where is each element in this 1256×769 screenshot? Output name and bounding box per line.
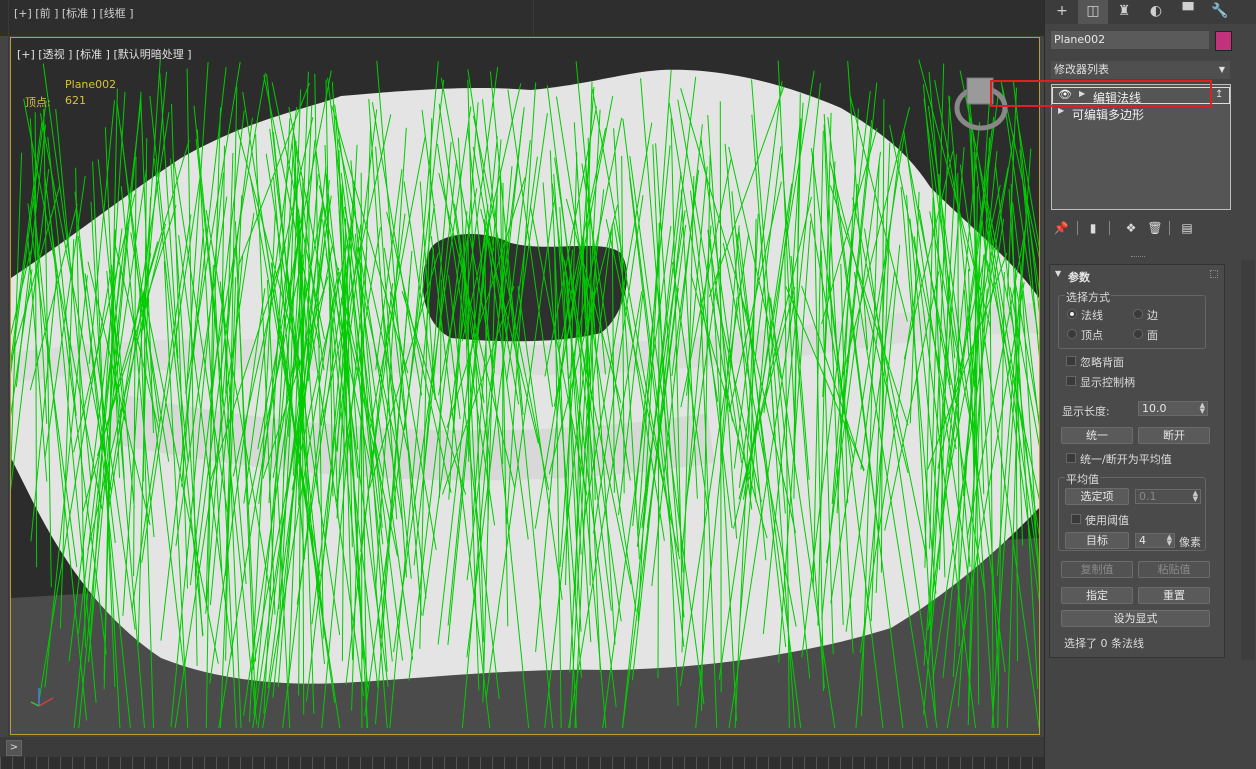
- radio-vertex-label: 顶点: [1081, 329, 1103, 342]
- target-button[interactable]: 目标: [1065, 532, 1129, 549]
- object-name-field[interactable]: Plane002: [1051, 31, 1209, 49]
- front-viewport-label[interactable]: [+] [前 ] [标准 ] [线框 ]: [14, 5, 134, 21]
- chevron-down-icon: ▼: [1218, 65, 1225, 74]
- target-value: 4: [1139, 534, 1146, 547]
- radio-vertex[interactable]: [1067, 329, 1077, 339]
- cursor-icon: ↥: [1215, 89, 1224, 100]
- pin-stack-icon[interactable]: 📌: [1053, 220, 1069, 236]
- rollout-grip-icon: [1210, 270, 1218, 278]
- selected-button[interactable]: 选定项: [1065, 488, 1129, 505]
- ignore-backfacing-label: 忽略背面: [1080, 356, 1124, 369]
- copy-value-button[interactable]: 复制值: [1061, 561, 1133, 578]
- pixels-label: 像素: [1179, 536, 1201, 549]
- display-length-label: 显示长度:: [1062, 405, 1110, 418]
- specify-button[interactable]: 指定: [1061, 587, 1133, 604]
- parameters-rollout: ▼ 参数 选择方式 法线 边 顶点 面 忽略背面 显示控制柄 显示长度: 10.…: [1049, 264, 1225, 658]
- stats-object-name: Plane002: [65, 78, 117, 91]
- rollout-collapse-icon[interactable]: ▼: [1055, 269, 1061, 278]
- timeline-ruler[interactable]: [0, 757, 1044, 769]
- command-panel-tabs: + ◫ ♜ ◐ ▀ 🔧: [1045, 0, 1256, 24]
- selection-by-group: 选择方式 法线 边 顶点 面: [1058, 289, 1206, 349]
- display-length-spinner[interactable]: 10.0 ▲ ▼: [1138, 401, 1208, 416]
- modify-tab-icon[interactable]: ◫: [1078, 0, 1108, 24]
- unify-break-average-label: 统一/断开为平均值: [1080, 453, 1172, 466]
- make-explicit-button[interactable]: 设为显式: [1061, 610, 1210, 627]
- stats-vertex-label: 顶点:: [25, 96, 51, 109]
- show-handles-checkbox[interactable]: [1066, 376, 1076, 386]
- spinner-arrows-icon[interactable]: ▲ ▼: [1167, 534, 1172, 547]
- perspective-viewport[interactable]: [+] [透视 ] [标准 ] [默认明暗处理 ] Plane002 顶点: 6…: [10, 37, 1040, 735]
- utilities-tab-icon[interactable]: 🔧: [1205, 0, 1235, 24]
- use-threshold-checkbox[interactable]: [1071, 514, 1081, 524]
- selection-status-text: 选择了 0 条法线: [1064, 637, 1144, 650]
- stack-item-editable-poly[interactable]: ▶ 可编辑多边形: [1052, 105, 1230, 122]
- stack-item-label: 可编辑多边形: [1072, 108, 1145, 122]
- target-value-spinner[interactable]: 4 ▲ ▼: [1135, 533, 1175, 548]
- radio-face[interactable]: [1133, 329, 1143, 339]
- paste-value-button[interactable]: 粘贴值: [1138, 561, 1210, 578]
- stats-vertex-value: 621: [65, 94, 86, 107]
- radio-normal-label: 法线: [1081, 309, 1103, 322]
- viewport-grid-line: [533, 0, 534, 36]
- perspective-viewport-label[interactable]: [+] [透视 ] [标准 ] [默认明暗处理 ]: [17, 46, 192, 62]
- expand-track-bar-button[interactable]: >: [6, 740, 22, 756]
- ignore-backfacing-checkbox[interactable]: [1066, 356, 1076, 366]
- radio-edge[interactable]: [1133, 309, 1143, 319]
- display-length-value: 10.0: [1142, 402, 1167, 415]
- front-viewport[interactable]: [+] [前 ] [标准 ] [线框 ]: [0, 0, 1044, 36]
- radio-normal[interactable]: [1067, 309, 1077, 319]
- rollout-title[interactable]: 参数: [1068, 269, 1090, 285]
- reset-button[interactable]: 重置: [1138, 587, 1210, 604]
- use-threshold-label: 使用阈值: [1085, 514, 1129, 527]
- remove-modifier-icon[interactable]: 🗑: [1147, 220, 1163, 236]
- radio-edge-label: 边: [1147, 309, 1158, 322]
- spinner-arrows-icon[interactable]: ▲ ▼: [1193, 490, 1198, 503]
- hierarchy-tab-icon[interactable]: ♜: [1109, 0, 1139, 24]
- motion-tab-icon[interactable]: ◐: [1141, 0, 1171, 24]
- toolbar-divider: [1077, 221, 1078, 235]
- toolbar-divider: [1169, 221, 1170, 235]
- break-button[interactable]: 断开: [1138, 427, 1210, 444]
- panel-scrollbar[interactable]: [1241, 260, 1255, 660]
- spinner-arrows-icon[interactable]: ▲ ▼: [1200, 402, 1205, 415]
- configure-modifier-sets-icon[interactable]: ▤: [1179, 220, 1195, 236]
- group-label: 选择方式: [1065, 289, 1111, 305]
- viewport-left-border: [8, 0, 9, 769]
- stack-toolbar: 📌 ▮ ❖ 🗑 ▤: [1051, 218, 1231, 238]
- selected-value-spinner[interactable]: 0.1 ▲ ▼: [1135, 489, 1201, 504]
- object-color-swatch[interactable]: [1215, 31, 1232, 51]
- unify-break-average-checkbox[interactable]: [1066, 453, 1076, 463]
- unify-button[interactable]: 统一: [1061, 427, 1133, 444]
- annotation-highlight-box: [990, 80, 1212, 107]
- make-unique-icon[interactable]: ❖: [1123, 220, 1139, 236]
- show-end-result-icon[interactable]: ▮: [1085, 220, 1101, 236]
- display-tab-icon[interactable]: ▀: [1173, 0, 1203, 24]
- normal-line: [360, 172, 363, 729]
- panel-resize-grip[interactable]: [1131, 256, 1145, 259]
- show-handles-label: 显示控制柄: [1080, 376, 1135, 389]
- modifier-list-label: 修改器列表: [1054, 63, 1109, 76]
- toolbar-divider: [1109, 221, 1110, 235]
- expand-triangle-icon[interactable]: ▶: [1058, 106, 1064, 115]
- average-group: 平均值 选定项 0.1 ▲ ▼ 使用阈值 目标 4 ▲ ▼ 像素: [1058, 471, 1206, 551]
- group-label: 平均值: [1065, 471, 1100, 487]
- radio-face-label: 面: [1147, 329, 1158, 342]
- create-tab-icon[interactable]: +: [1047, 0, 1077, 24]
- command-panel: + ◫ ♜ ◐ ▀ 🔧 Plane002 修改器列表 ▼ 👁 ▶ 编辑法线 ↥ …: [1044, 0, 1256, 769]
- modifier-list-dropdown[interactable]: 修改器列表 ▼: [1051, 61, 1230, 79]
- viewport-scene: [11, 38, 1039, 734]
- selected-value: 0.1: [1139, 490, 1157, 503]
